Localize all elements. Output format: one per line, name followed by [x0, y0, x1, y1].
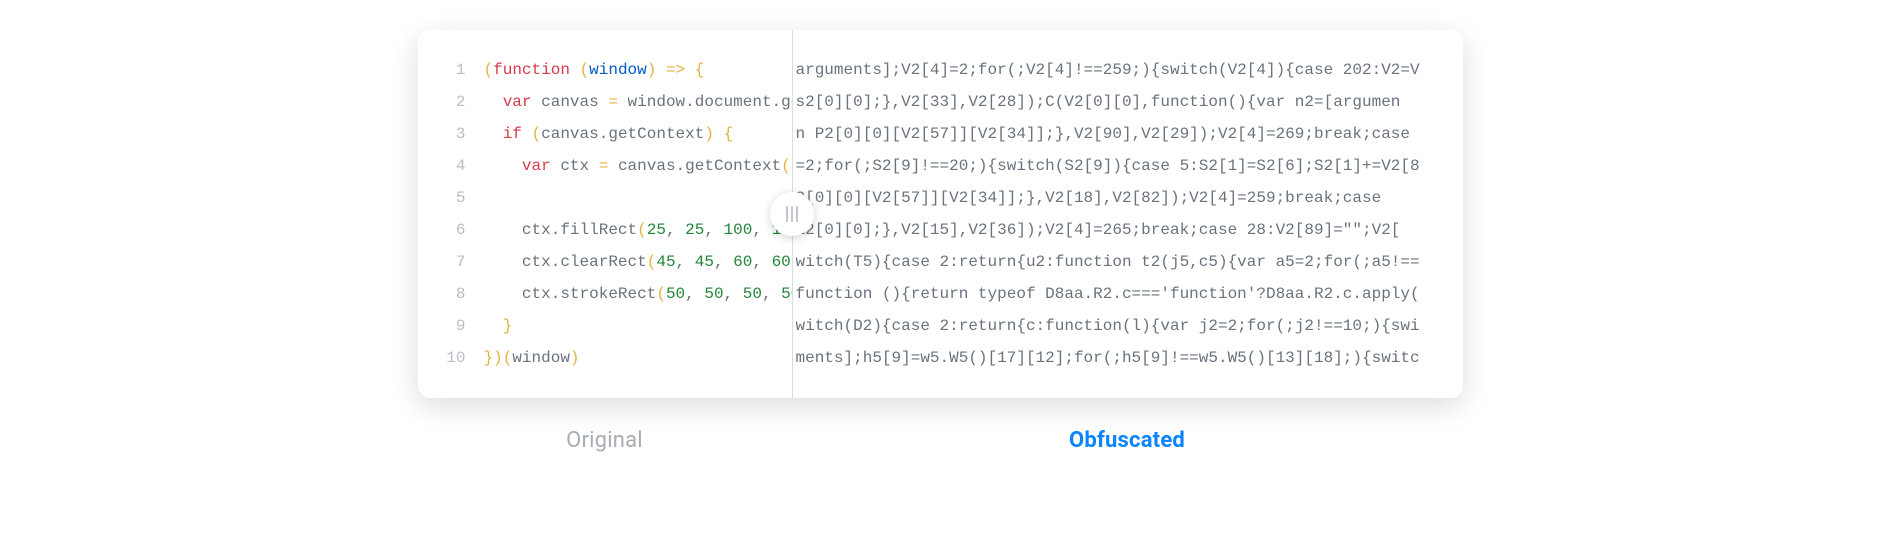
code-content: var ctx = canvas.getContext('2d — [484, 150, 792, 182]
code-line: 10 })(window) — [438, 342, 792, 374]
code-content: ctx.strokeRect(50, 50, 50, 50); — [484, 278, 792, 310]
line-number: 7 — [438, 246, 466, 278]
code-line: 7 ctx.clearRect(45, 45, 60, 60); — [438, 246, 792, 278]
line-number: 4 — [438, 150, 466, 182]
code-line: witch(D2){case 2:return{c:function(l){va… — [796, 310, 1443, 342]
code-line: ments];h5[9]=w5.W5()[17][12];for(;h5[9]!… — [796, 342, 1443, 374]
code-content: } — [484, 310, 513, 342]
code-content: })(window) — [484, 342, 580, 374]
label-original: Original — [418, 428, 792, 453]
code-line: 4 var ctx = canvas.getContext('2d — [438, 150, 792, 182]
line-number: 1 — [438, 54, 466, 86]
code-line: 5 — [438, 182, 792, 214]
code-line: 1 (function (window) => { — [438, 54, 792, 86]
line-number: 6 — [438, 214, 466, 246]
split-handle[interactable] — [770, 192, 814, 236]
code-line: 9 } — [438, 310, 792, 342]
line-number: 9 — [438, 310, 466, 342]
code-line: witch(T5){case 2:return{u2:function t2(j… — [796, 246, 1443, 278]
original-pane: 1(function (window) => {2 var canvas = w… — [418, 30, 792, 398]
labels-row: Original Obfuscated — [418, 428, 1463, 453]
code-line: 2 var canvas = window.document.getE — [438, 86, 792, 118]
code-content: if (canvas.getContext) { — [484, 118, 734, 150]
code-line: Z2[0][0];},V2[15],V2[36]);V2[4]=265;brea… — [796, 214, 1443, 246]
grip-icon — [786, 206, 798, 222]
label-obfuscated: Obfuscated — [792, 428, 1463, 453]
comparison-card: 1(function (window) => {2 var canvas = w… — [418, 30, 1463, 398]
line-number: 10 — [438, 342, 466, 374]
line-number: 8 — [438, 278, 466, 310]
original-code: 1(function (window) => {2 var canvas = w… — [438, 54, 792, 374]
code-line: 3 if (canvas.getContext) { — [438, 118, 792, 150]
code-content: ctx.fillRect(25, 25, 100, 100 — [484, 214, 792, 246]
code-content: (function (window) => { — [484, 54, 705, 86]
code-line: n P2[0][0][V2[57]][V2[34]];},V2[90],V2[2… — [796, 118, 1443, 150]
code-line: function (){return typeof D8aa.R2.c==='f… — [796, 278, 1443, 310]
line-number: 5 — [438, 182, 466, 214]
line-number: 3 — [438, 118, 466, 150]
code-line: =2;for(;S2[9]!==20;){switch(S2[9]){case … — [796, 150, 1443, 182]
code-content: var canvas = window.document.getE — [484, 86, 792, 118]
code-line: 2[0][0][V2[57]][V2[34]];},V2[18],V2[82])… — [796, 182, 1443, 214]
code-content: ctx.clearRect(45, 45, 60, 60); — [484, 246, 792, 278]
line-number: 2 — [438, 86, 466, 118]
code-line: 6 ctx.fillRect(25, 25, 100, 100 — [438, 214, 792, 246]
obfuscated-pane: arguments];V2[4]=2;for(;V2[4]!==259;){sw… — [792, 30, 1463, 398]
code-line: arguments];V2[4]=2;for(;V2[4]!==259;){sw… — [796, 54, 1443, 86]
obfuscated-code: arguments];V2[4]=2;for(;V2[4]!==259;){sw… — [796, 54, 1443, 374]
code-line: s2[0][0];},V2[33],V2[28]);C(V2[0][0],fun… — [796, 86, 1443, 118]
code-line: 8 ctx.strokeRect(50, 50, 50, 50); — [438, 278, 792, 310]
